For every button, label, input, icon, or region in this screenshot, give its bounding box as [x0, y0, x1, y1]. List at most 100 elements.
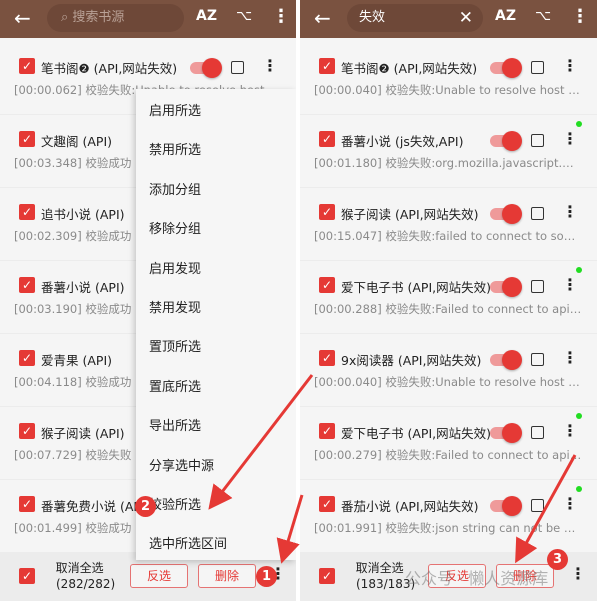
row-checkbox[interactable]: ✓ — [319, 204, 335, 220]
select-all-checkbox[interactable]: ✓ — [19, 568, 35, 584]
source-title: 猴子阅读 (API) — [41, 426, 125, 441]
delete-button[interactable]: 删除 — [198, 564, 256, 588]
source-row[interactable]: ✓ 番薯小说 (js失效,API) ⋮ [00:01.180] 校验失败:org… — [300, 115, 597, 188]
watermark: 公众号 · 懒人资源库 — [405, 569, 549, 588]
status-dot — [576, 267, 582, 273]
row-checkbox[interactable]: ✓ — [19, 131, 35, 147]
enable-toggle[interactable] — [490, 277, 522, 297]
row-more-icon[interactable]: ⋮ — [562, 494, 578, 513]
enable-toggle[interactable] — [190, 58, 222, 78]
source-title: 笔书阁❷ (API,网站失效) — [341, 61, 478, 76]
row-more-icon[interactable]: ⋮ — [562, 275, 578, 294]
clear-icon[interactable]: ✕ — [459, 4, 473, 32]
edit-icon[interactable] — [531, 499, 544, 512]
row-checkbox[interactable]: ✓ — [19, 350, 35, 366]
enable-toggle[interactable] — [490, 131, 522, 151]
right-screen: ← 失效 ✕ AZ ⌥ ⋮ ✓ 笔书阁❷ (API,网站失效) ⋮ [00:00.… — [300, 0, 597, 601]
source-title: 追书小说 (API) — [41, 207, 125, 222]
toolbar: ← ⌕ 搜索书源 AZ ⌥ ⋮ — [0, 0, 296, 38]
source-title: 笔书阁❷ (API,网站失效) — [41, 61, 178, 76]
menu-item[interactable]: 启用发现 — [149, 258, 201, 277]
annotation-badge-1: 1 — [256, 566, 277, 587]
sort-button[interactable]: AZ — [196, 8, 217, 24]
row-more-icon[interactable]: ⋮ — [562, 348, 578, 367]
edit-icon[interactable] — [531, 280, 544, 293]
search-input[interactable]: ⌕ 搜索书源 — [47, 4, 184, 32]
more-menu-button[interactable]: ⋮ — [571, 6, 589, 27]
source-title: 番薯免费小说 (API) — [41, 499, 150, 514]
enable-toggle[interactable] — [490, 496, 522, 516]
menu-item[interactable]: 选中所选区间 — [149, 533, 227, 552]
status-dot — [576, 486, 582, 492]
menu-item[interactable]: 导出所选 — [149, 415, 201, 434]
row-checkbox[interactable]: ✓ — [19, 58, 35, 74]
row-checkbox[interactable]: ✓ — [19, 423, 35, 439]
check-result: [00:00.288] 校验失败:Failed to connect to ap… — [314, 302, 582, 316]
bottom-more-button[interactable]: ⋮ — [570, 564, 586, 583]
back-button[interactable]: ← — [14, 6, 31, 30]
search-value: 失效 — [359, 10, 386, 25]
row-checkbox[interactable]: ✓ — [319, 496, 335, 512]
row-more-icon[interactable]: ⋮ — [562, 129, 578, 148]
row-more-icon[interactable]: ⋮ — [562, 56, 578, 75]
source-title: 9x阅读器 (API,网站失效) — [341, 353, 482, 368]
edit-icon[interactable] — [231, 61, 244, 74]
source-row[interactable]: ✓ 9x阅读器 (API,网站失效) ⋮ [00:00.040] 校验失败:Un… — [300, 334, 597, 407]
edit-icon[interactable] — [531, 134, 544, 147]
source-title: 番薯小说 (js失效,API) — [341, 134, 464, 149]
invert-selection-button[interactable]: 反选 — [130, 564, 188, 588]
check-result: [00:00.040] 校验失败:Unable to resolve host … — [314, 375, 582, 389]
check-result: [00:01.991] 校验失败:json string can not be … — [314, 521, 582, 535]
source-row[interactable]: ✓ 爱下电子书 (API,网站失效) ⋮ [00:00.279] 校验失败:Fa… — [300, 407, 597, 480]
row-checkbox[interactable]: ✓ — [319, 350, 335, 366]
source-row[interactable]: ✓ 猴子阅读 (API,网站失效) ⋮ [00:15.047] 校验失败:fai… — [300, 188, 597, 261]
menu-item[interactable]: 分享选中源 — [149, 455, 214, 474]
search-input[interactable]: 失效 ✕ — [347, 4, 483, 32]
edit-icon[interactable] — [531, 353, 544, 366]
row-more-icon[interactable]: ⋮ — [562, 421, 578, 440]
toolbar: ← 失效 ✕ AZ ⌥ ⋮ — [300, 0, 597, 38]
row-checkbox[interactable]: ✓ — [319, 277, 335, 293]
edit-icon[interactable] — [531, 61, 544, 74]
source-row[interactable]: ✓ 番茄小说 (API,网站失效) ⋮ [00:01.991] 校验失败:jso… — [300, 480, 597, 553]
more-menu-button[interactable]: ⋮ — [272, 6, 290, 27]
group-button[interactable]: ⌥ — [535, 8, 551, 24]
menu-item[interactable]: 置顶所选 — [149, 336, 201, 355]
edit-icon[interactable] — [531, 426, 544, 439]
row-checkbox[interactable]: ✓ — [19, 204, 35, 220]
menu-item[interactable]: 禁用发现 — [149, 297, 201, 316]
row-checkbox[interactable]: ✓ — [319, 131, 335, 147]
status-dot — [576, 121, 582, 127]
menu-item[interactable]: 禁用所选 — [149, 139, 201, 158]
row-more-icon[interactable]: ⋮ — [562, 202, 578, 221]
source-row[interactable]: ✓ 爱下电子书 (API,网站失效) ⋮ [00:00.288] 校验失败:Fa… — [300, 261, 597, 334]
source-row[interactable]: ✓ 笔书阁❷ (API,网站失效) ⋮ [00:00.040] 校验失败:Una… — [300, 42, 597, 115]
row-checkbox[interactable]: ✓ — [319, 58, 335, 74]
menu-item[interactable]: 添加分组 — [149, 179, 201, 198]
source-title: 文趣阁 (API) — [41, 134, 113, 149]
check-result: [00:01.180] 校验失败:org.mozilla.javascript.… — [314, 156, 582, 170]
enable-toggle[interactable] — [490, 58, 522, 78]
row-checkbox[interactable]: ✓ — [319, 423, 335, 439]
sort-button[interactable]: AZ — [495, 8, 516, 24]
menu-item[interactable]: 启用所选 — [149, 100, 201, 119]
edit-icon[interactable] — [531, 207, 544, 220]
search-icon: ⌕ — [61, 10, 69, 25]
select-all-checkbox[interactable]: ✓ — [319, 568, 335, 584]
select-all-label[interactable]: 取消全选 (282/282) — [44, 560, 116, 592]
status-dot — [576, 413, 582, 419]
group-button[interactable]: ⌥ — [236, 8, 252, 24]
enable-toggle[interactable] — [490, 350, 522, 370]
menu-item[interactable]: 校验所选 — [149, 494, 201, 513]
menu-item[interactable]: 移除分组 — [149, 218, 201, 237]
row-more-icon[interactable]: ⋮ — [262, 56, 278, 75]
menu-item[interactable]: 置底所选 — [149, 376, 201, 395]
row-checkbox[interactable]: ✓ — [19, 496, 35, 512]
check-result: [00:00.040] 校验失败:Unable to resolve host … — [314, 83, 582, 97]
source-title: 番茄小说 (API,网站失效) — [341, 499, 479, 514]
back-button[interactable]: ← — [314, 6, 331, 30]
search-placeholder: 搜索书源 — [72, 10, 125, 25]
enable-toggle[interactable] — [490, 423, 522, 443]
row-checkbox[interactable]: ✓ — [19, 277, 35, 293]
enable-toggle[interactable] — [490, 204, 522, 224]
